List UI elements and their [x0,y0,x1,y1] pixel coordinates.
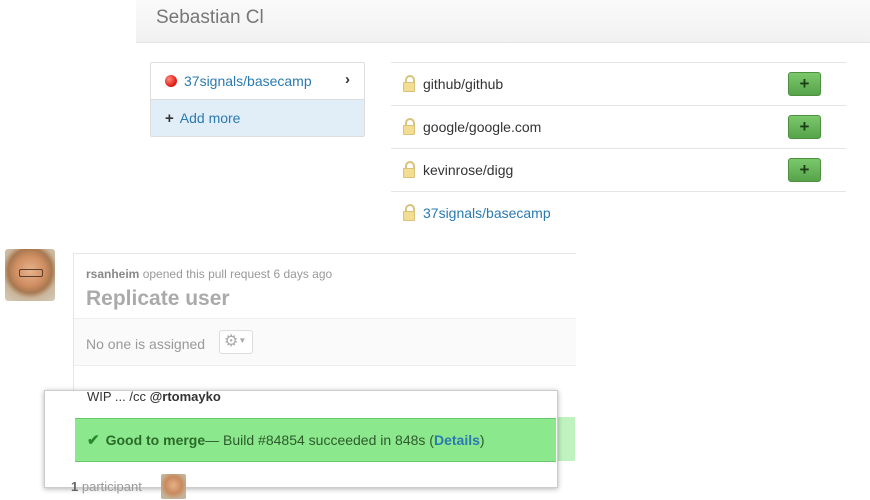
merge-status-bar: ✔ Good to merge — Build #84854 succeeded… [75,418,556,462]
repo-name: google/google.com [423,119,542,135]
assignee-bar: No one is assigned ⚙▼ [74,318,576,366]
lock-icon [403,74,415,94]
add-more-button[interactable]: + Add more [151,100,364,136]
pr-meta-text: opened this pull request 6 days ago [142,267,333,281]
add-repo-button[interactable]: + [788,115,821,139]
lock-icon [403,203,415,223]
assignee-text: No one is assigned [86,336,206,352]
repo-name: github/github [423,76,504,92]
pr-meta: rsanheim opened this pull request 6 days… [86,267,332,281]
repo-row: github/github + [391,62,846,105]
pr-body: WIP ... /cc @rtomayko [87,389,221,404]
page-title: Sebastian Cl [156,7,264,28]
author-avatar[interactable] [5,249,55,301]
repo-list: github/github + google/google.com + kevi… [391,62,846,234]
merge-status-close: ) [479,432,485,448]
add-repo-button[interactable]: + [788,72,821,96]
selected-repo-item[interactable]: 37signals/basecamp › [151,63,364,100]
repo-name: kevinrose/digg [423,162,514,178]
participants-count: 1 [71,479,79,494]
assignee-settings-button[interactable]: ⚙▼ [219,330,253,354]
lock-icon [403,160,415,180]
participant-avatar[interactable] [161,474,186,499]
details-link[interactable]: Details [434,432,480,448]
caret-down-icon: ▼ [238,336,247,345]
user-mention-link[interactable]: @rtomayko [150,389,221,404]
pr-body-text: WIP ... /cc [87,389,150,404]
plus-icon: + [165,109,174,127]
pr-author-link[interactable]: rsanheim [86,267,139,281]
merge-status-label: Good to merge [105,432,206,448]
merge-status-message: — Build #84854 succeeded in 848s ( [205,432,434,448]
merge-bar-extension [556,417,575,461]
repo-row: kevinrose/digg + [391,148,846,191]
pr-title: Replicate user [86,287,230,310]
selected-repos-box: 37signals/basecamp › + Add more [150,62,365,137]
status-dot-icon [165,75,177,87]
merge-status-card: WIP ... /cc @rtomayko ✔ Good to merge — … [44,389,558,488]
lock-icon [403,117,415,137]
add-more-label: Add more [179,110,241,126]
check-icon: ✔ [87,432,100,449]
chevron-right-icon: › [345,71,350,88]
repo-row: 37signals/basecamp [391,191,846,234]
participants-summary: 1 participant [71,479,142,494]
repo-link[interactable]: 37signals/basecamp [423,205,551,221]
repo-row: google/google.com + [391,105,846,148]
page-header: Sebastian Cl [136,0,870,43]
gear-icon: ⚙ [224,333,239,350]
participants-label: participant [81,479,142,494]
selected-repo-link[interactable]: 37signals/basecamp [184,73,312,89]
add-repo-button[interactable]: + [788,158,821,182]
